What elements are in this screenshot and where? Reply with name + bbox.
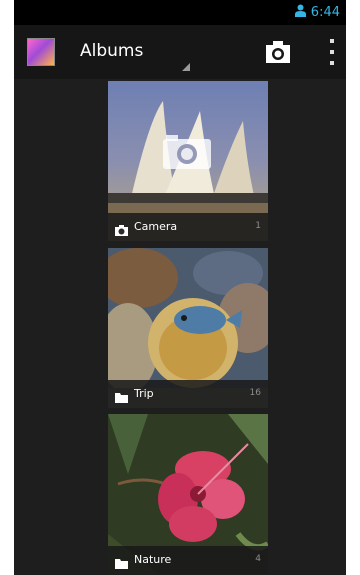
- overflow-menu-button[interactable]: [326, 39, 338, 65]
- album-label-bar: Camera 1: [108, 213, 268, 241]
- album-tile-nature[interactable]: Nature 4: [108, 414, 268, 574]
- album-count: 16: [249, 388, 261, 398]
- camera-icon: [115, 221, 128, 240]
- status-time: 6:44: [310, 4, 340, 20]
- folder-icon: [115, 554, 128, 573]
- overflow-dot: [330, 39, 334, 43]
- overflow-dot: [330, 61, 334, 65]
- folder-icon: [115, 388, 128, 407]
- album-tile-trip[interactable]: Trip 16: [108, 248, 268, 408]
- camera-icon: [266, 41, 290, 63]
- album-count: 1: [255, 221, 261, 231]
- camera-button[interactable]: [264, 39, 292, 65]
- album-label-bar: Nature 4: [108, 546, 268, 574]
- status-bar: 6:44: [14, 0, 346, 25]
- person-notification-icon: [294, 3, 306, 22]
- action-bar: Albums: [14, 25, 346, 79]
- albums-spinner[interactable]: Albums: [80, 35, 190, 71]
- album-name: Camera: [134, 220, 178, 233]
- overflow-dot: [330, 50, 334, 54]
- spinner-label: Albums: [80, 41, 144, 61]
- album-name: Trip: [134, 387, 154, 400]
- album-tile-camera[interactable]: Camera 1: [108, 81, 268, 241]
- gallery-app-icon[interactable]: [27, 38, 55, 66]
- phone-screen: 6:44 Albums Camera 1 Trip 16 Nature 4: [14, 0, 346, 575]
- album-name: Nature: [134, 553, 172, 566]
- album-label-bar: Trip 16: [108, 380, 268, 408]
- album-count: 4: [255, 554, 261, 564]
- spinner-arrow-icon: [182, 63, 190, 71]
